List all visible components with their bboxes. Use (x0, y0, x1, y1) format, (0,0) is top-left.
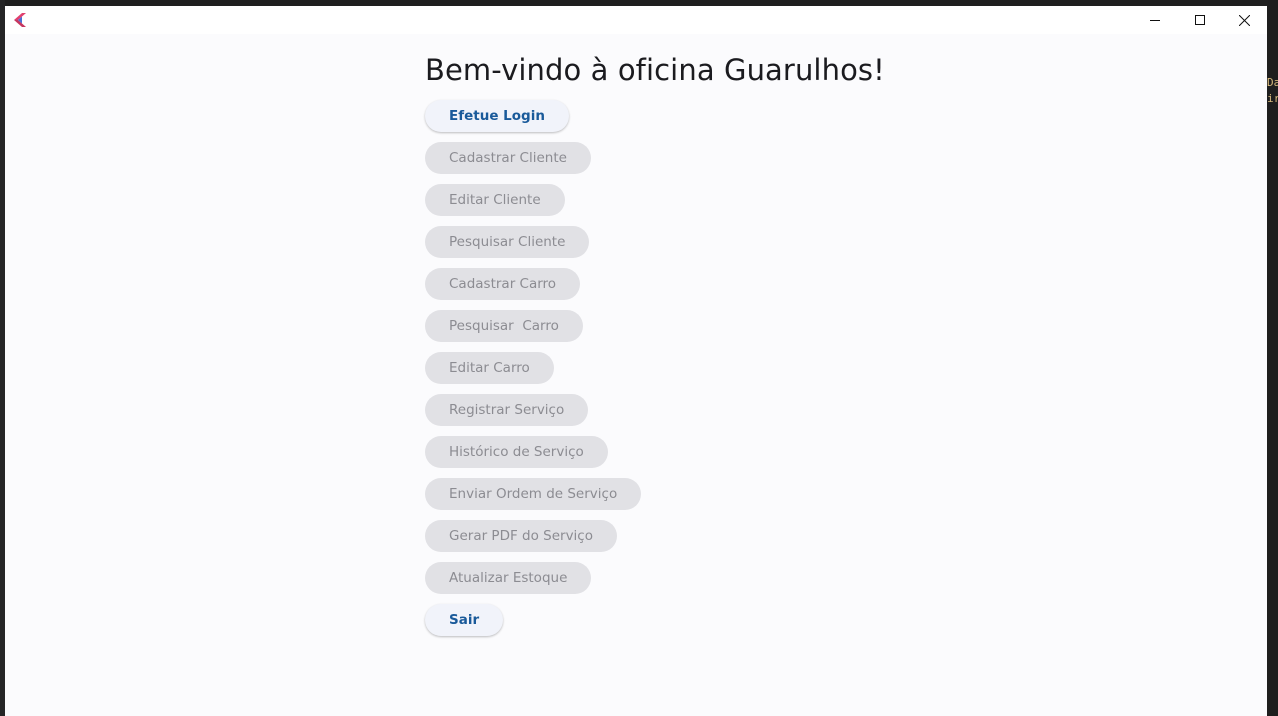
background-editor-text-2: ir (1267, 92, 1278, 105)
flutter-app-icon (14, 13, 26, 27)
app-window: Bem-vindo à oficina Guarulhos! Efetue Lo… (5, 6, 1267, 716)
page-title: Bem-vindo à oficina Guarulhos! (425, 53, 885, 87)
edit-car-button[interactable]: Editar Carro (425, 352, 554, 384)
register-car-button[interactable]: Cadastrar Carro (425, 268, 581, 300)
send-service-order-button[interactable]: Enviar Ordem de Serviço (425, 478, 642, 510)
main-content: Bem-vindo à oficina Guarulhos! Efetue Lo… (425, 52, 885, 646)
login-button[interactable]: Efetue Login (425, 100, 569, 132)
background-editor-text-1: Da (1267, 76, 1278, 89)
register-service-button[interactable]: Registrar Serviço (425, 394, 589, 426)
maximize-button[interactable] (1177, 6, 1222, 34)
close-icon (1239, 14, 1250, 26)
minimize-icon (1149, 15, 1160, 25)
edit-client-button[interactable]: Editar Cliente (425, 184, 565, 216)
background-editor-right (1268, 0, 1278, 716)
service-history-button[interactable]: Histórico de Serviço (425, 436, 608, 468)
title-bar[interactable] (5, 6, 1267, 34)
update-stock-button[interactable]: Atualizar Estoque (425, 562, 592, 594)
maximize-icon (1194, 15, 1205, 25)
search-car-button[interactable]: Pesquisar Carro (425, 310, 583, 342)
menu-button-list: Efetue Login Cadastrar Cliente Editar Cl… (425, 100, 885, 646)
close-button[interactable] (1222, 6, 1267, 34)
generate-service-pdf-button[interactable]: Gerar PDF do Serviço (425, 520, 617, 552)
exit-button[interactable]: Sair (425, 604, 504, 636)
search-client-button[interactable]: Pesquisar Cliente (425, 226, 590, 258)
register-client-button[interactable]: Cadastrar Cliente (425, 142, 591, 174)
minimize-button[interactable] (1132, 6, 1177, 34)
